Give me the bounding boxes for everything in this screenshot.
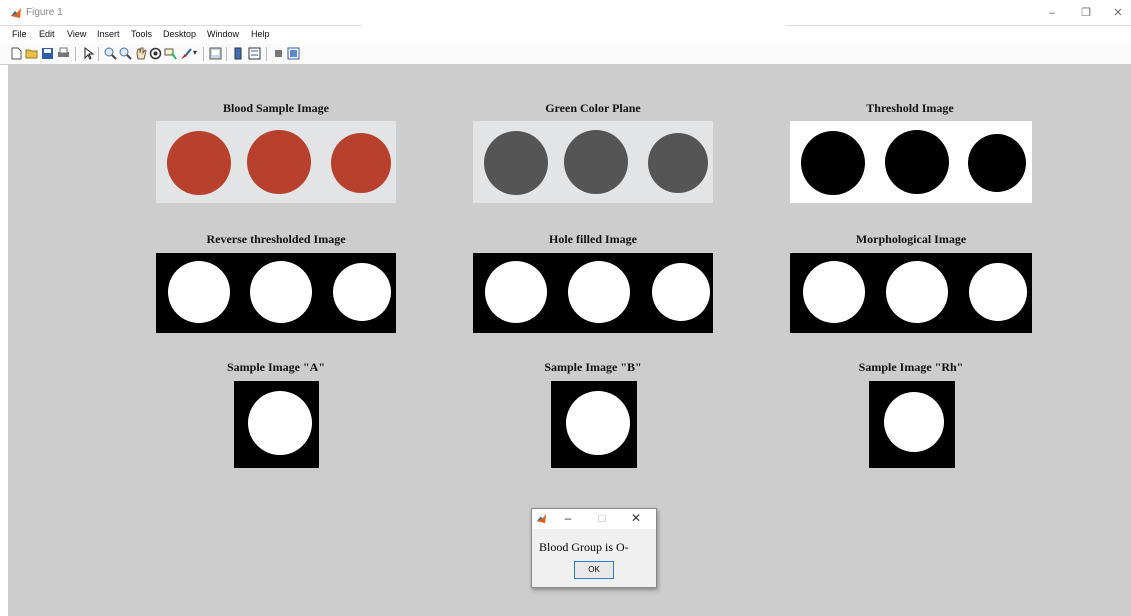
insert-legend-icon[interactable] [248,47,261,60]
hole-filled-image [473,253,713,333]
dialog-titlebar: – □ ✕ [532,509,656,529]
hide-plot-tools-icon[interactable] [272,47,285,60]
morphological-image [790,253,1032,333]
data-cursor-icon[interactable] [164,47,177,60]
title-sample-b: Sample Image "B" [544,360,642,374]
menu-help[interactable]: Help [251,29,270,39]
link-plot-icon[interactable] [209,47,222,60]
reverse-thresholded-image [156,253,396,333]
matlab-logo-icon [10,7,22,19]
pan-icon[interactable] [134,47,147,60]
menu-desktop[interactable]: Desktop [163,29,196,39]
rotate-3d-icon[interactable] [149,47,162,60]
title-blood-sample: Blood Sample Image [222,101,329,115]
menu-insert[interactable]: Insert [97,29,120,39]
menu-bar: File Edit View Insert Tools Desktop Wind… [0,26,1131,45]
window-title: Figure 1 [26,7,63,18]
toolbar-separator [203,47,204,61]
insert-colorbar-icon[interactable] [232,47,245,60]
menu-file[interactable]: File [12,29,27,39]
threshold-image [790,121,1032,203]
ok-button[interactable]: OK [574,561,614,579]
title-threshold: Threshold Image [866,101,954,115]
minimize-button[interactable]: – [1037,4,1067,22]
title-hole-filled: Hole filled Image [549,232,637,246]
menu-tools[interactable]: Tools [131,29,152,39]
title-reverse-threshold: Reverse thresholded Image [206,232,346,246]
title-morphological: Morphological Image [855,232,967,246]
green-color-plane-image [473,121,713,203]
menu-view[interactable]: View [67,29,86,39]
open-file-icon[interactable] [25,47,38,60]
restore-button[interactable]: ❐ [1071,4,1101,22]
print-figure-icon[interactable] [57,47,70,60]
sample-rh-image [869,381,955,468]
show-plot-tools-icon[interactable] [287,47,300,60]
blood-sample-image [156,121,396,203]
sample-a-image [234,381,319,468]
dialog-minimize-button[interactable]: – [558,511,578,525]
figure-toolbar: ▾ [0,44,1131,65]
menu-window[interactable]: Window [207,29,239,39]
brush-icon[interactable] [179,47,192,60]
close-button[interactable]: ✕ [1103,4,1131,22]
window-titlebar: Figure 1 – ❐ ✕ [0,0,1131,26]
title-green-plane: Green Color Plane [545,101,641,115]
new-figure-icon[interactable] [10,47,23,60]
menu-edit[interactable]: Edit [39,29,55,39]
title-sample-rh: Sample Image "Rh" [858,360,964,374]
sample-b-image [551,381,637,468]
zoom-in-icon[interactable] [104,47,117,60]
dialog-close-button[interactable]: ✕ [626,511,646,525]
dialog-maximize-button: □ [598,511,606,525]
zoom-out-icon[interactable] [119,47,132,60]
toolbar-separator [75,47,76,61]
toolbar-separator [226,47,227,61]
brush-dropdown-icon[interactable]: ▾ [193,48,197,57]
title-sample-a: Sample Image "A" [227,360,325,374]
toolbar-separator [266,47,267,61]
message-dialog: – □ ✕ Blood Group is O- OK [531,508,657,588]
edit-plot-icon[interactable] [82,47,95,60]
save-figure-icon[interactable] [41,47,54,60]
matlab-logo-icon [536,513,547,524]
toolbar-separator [98,47,99,61]
dialog-message: Blood Group is O- [539,540,629,554]
